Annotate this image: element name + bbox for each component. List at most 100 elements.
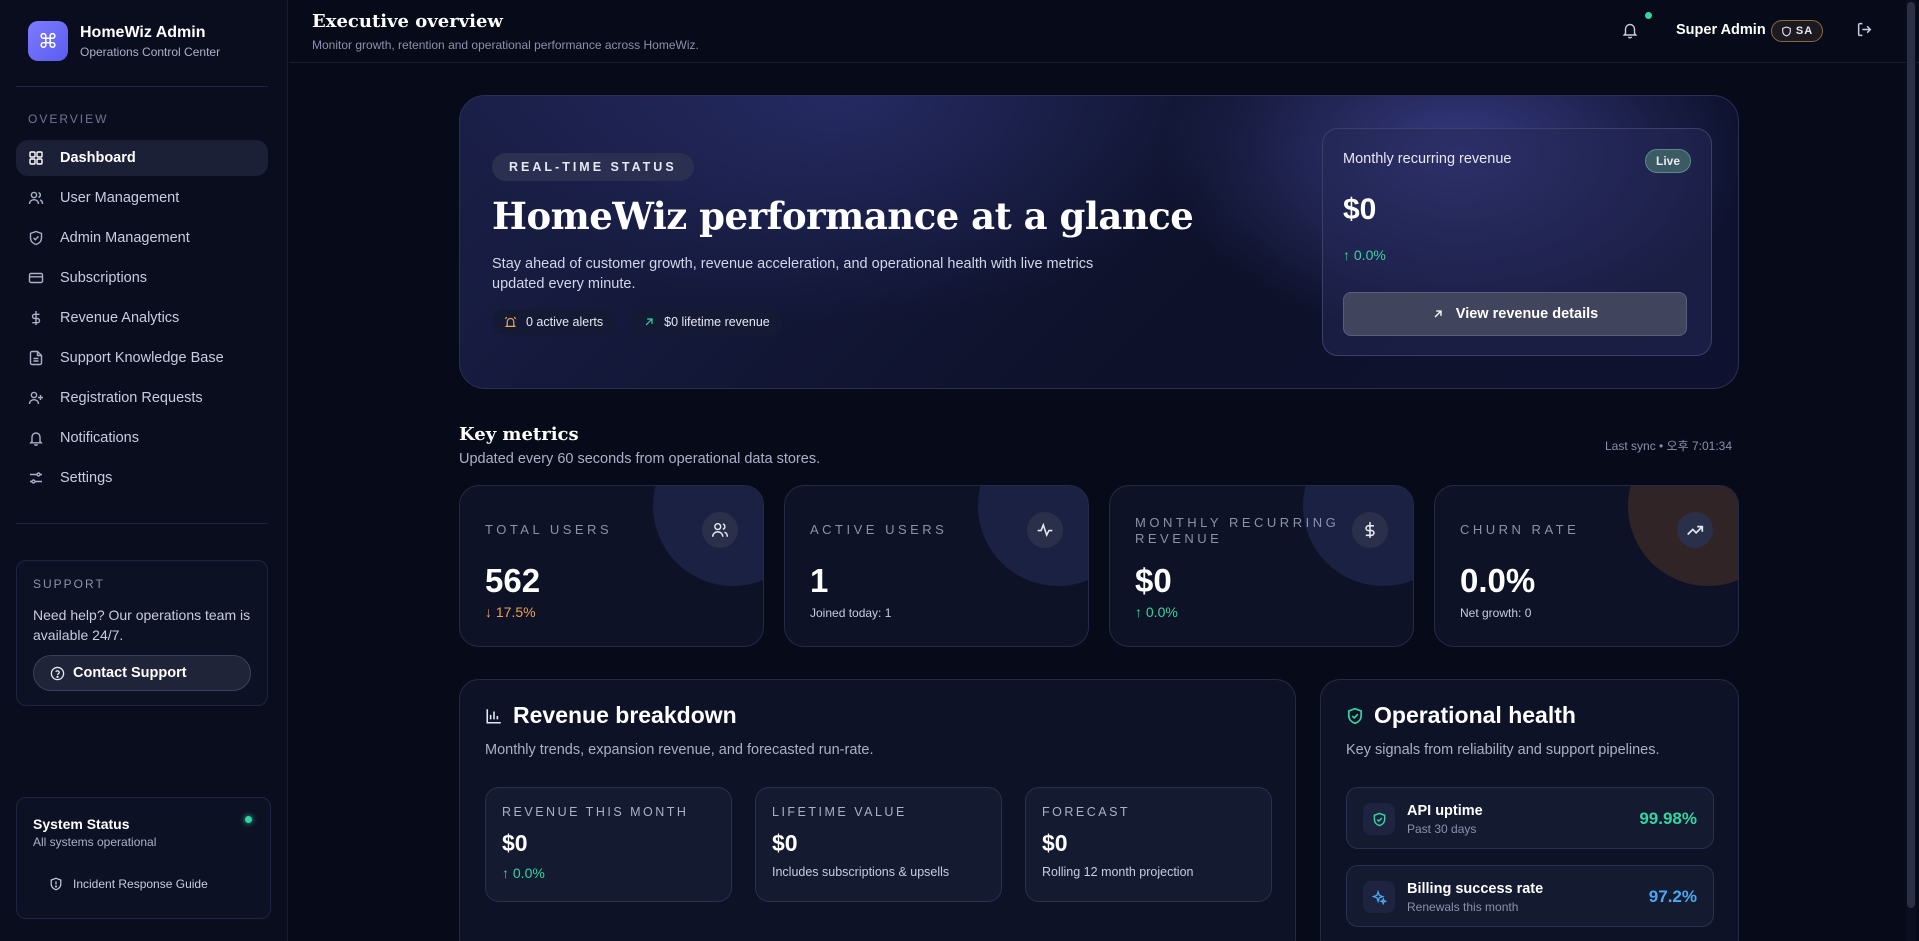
realtime-status-pill: REAL-TIME STATUS (492, 153, 694, 181)
arrow-up-icon: ↑ (502, 865, 513, 881)
sidebar-item-revenue-analytics[interactable]: Revenue Analytics (16, 300, 268, 336)
metric-trend-value: 0.0% (1145, 604, 1178, 620)
rev-value: $0 (1042, 830, 1068, 856)
metric-trend: Joined today: 1 (810, 606, 892, 620)
rev-trend: ↑ 0.0% (502, 865, 715, 881)
sidebar-item-label: Registration Requests (60, 390, 203, 406)
lifetime-revenue-chip[interactable]: $0 lifetime revenue (631, 309, 782, 335)
forecast-box: FORECAST $0 Rolling 12 month projection (1025, 787, 1272, 902)
sidebar-item-support-knowledge-base[interactable]: Support Knowledge Base (16, 340, 268, 376)
sidebar-item-label: Support Knowledge Base (60, 350, 224, 366)
health-subtitle: Renewals this month (1407, 900, 1519, 914)
view-revenue-details-button[interactable]: View revenue details (1343, 292, 1687, 336)
page-title: Executive overview (312, 11, 503, 32)
system-status-title: System Status (33, 816, 130, 832)
scrollbar-thumb[interactable] (1907, 2, 1915, 908)
document-icon (29, 350, 43, 366)
divider (16, 523, 268, 524)
metric-value: $0 (1135, 562, 1172, 599)
health-title: API uptime (1407, 803, 1483, 819)
brand[interactable]: ⌘ HomeWiz Admin Operations Control Cente… (28, 21, 220, 61)
operational-health-title: Operational health (1346, 702, 1576, 729)
support-card: SUPPORT Need help? Our operations team i… (16, 560, 268, 706)
arrow-up-right-icon (1434, 310, 1442, 318)
api-uptime-row[interactable]: API uptime Past 30 days 99.98% (1346, 787, 1714, 849)
rev-value: $0 (502, 830, 528, 856)
mrr-value: $0 (1343, 193, 1377, 226)
lifetime-value-box: LIFETIME VALUE $0 Includes subscriptions… (755, 787, 1002, 902)
metric-trend-value: 17.5% (495, 604, 536, 620)
sidebar-item-notifications[interactable]: Notifications (16, 420, 268, 456)
metric-trend: ↓ 17.5% (485, 604, 536, 620)
mrr-label: Monthly recurring revenue (1343, 151, 1512, 167)
user-name[interactable]: Super Admin (1676, 22, 1766, 38)
sparkles-icon (1363, 881, 1395, 913)
metric-card-churn-rate[interactable]: CHURN RATE 0.0% Net growth: 0 (1434, 485, 1739, 647)
credit-card-icon (28, 272, 44, 284)
health-value: 99.98% (1639, 809, 1697, 828)
rev-foot: Rolling 12 month projection (1042, 865, 1194, 879)
logout-icon[interactable] (1856, 21, 1873, 38)
incident-response-link[interactable]: Incident Response Guide (49, 877, 254, 891)
sidebar-item-label: Dashboard (60, 150, 136, 166)
sidebar-item-label: Admin Management (60, 230, 190, 246)
rev-label: LIFETIME VALUE (772, 805, 907, 819)
sidebar-item-settings[interactable]: Settings (16, 460, 268, 496)
nav-section-label: OVERVIEW (28, 112, 109, 126)
arrow-up-icon: ↑ (1135, 604, 1146, 620)
shield-icon (29, 230, 43, 246)
sidebar-item-label: Revenue Analytics (60, 310, 180, 326)
system-status-card: System Status All systems operational In… (16, 797, 271, 919)
sidebar-item-registration-requests[interactable]: Registration Requests (16, 380, 268, 416)
arrow-up-right-icon (645, 318, 653, 326)
metric-card-active-users[interactable]: ACTIVE USERS 1 Joined today: 1 (784, 485, 1089, 647)
sliders-icon (30, 472, 42, 484)
brand-subtitle: Operations Control Center (80, 44, 221, 59)
metric-value: 562 (485, 562, 541, 599)
metric-card-mrr[interactable]: MONTHLY RECURRING REVENUE $0 ↑ 0.0% (1109, 485, 1414, 647)
trending-up-icon (1677, 512, 1713, 548)
view-revenue-details-label: View revenue details (1455, 306, 1599, 322)
role-badge-label: SA (1795, 25, 1814, 37)
health-value: 97.2% (1648, 887, 1697, 906)
billing-success-row[interactable]: Billing success rate Renewals this month… (1346, 865, 1714, 927)
active-alerts-label: 0 active alerts (526, 315, 604, 329)
dollar-icon (1352, 512, 1388, 548)
hero-title: HomeWiz performance at a glance (492, 194, 1194, 238)
help-circle-icon (50, 666, 65, 680)
metric-label: TOTAL USERS (485, 522, 613, 537)
key-metrics-title: Key metrics (459, 424, 579, 445)
sidebar-item-dashboard[interactable]: Dashboard (16, 140, 268, 176)
metric-label: MONTHLY RECURRING REVENUE (1135, 515, 1340, 546)
sidebar-item-label: User Management (60, 190, 180, 206)
hero-description: Stay ahead of customer growth, revenue a… (492, 256, 1094, 292)
last-sync: Last sync • 오후 7:01:34 (1605, 439, 1733, 453)
sidebar-item-admin-management[interactable]: Admin Management (16, 220, 268, 256)
health-title: Billing success rate (1407, 881, 1544, 897)
sidebar-item-label: Settings (60, 470, 113, 486)
dollar-icon (31, 311, 41, 325)
shield-check-icon (1347, 707, 1363, 724)
mrr-change-value: 0.0% (1353, 247, 1386, 263)
notification-bell-icon[interactable] (1622, 21, 1638, 39)
support-label: SUPPORT (33, 577, 105, 591)
metric-trend: ↑ 0.0% (1135, 604, 1178, 620)
live-badge: Live (1644, 149, 1691, 173)
alarm-icon (504, 316, 517, 327)
metric-card-total-users[interactable]: TOTAL USERS 562 ↓ 17.5% (459, 485, 764, 647)
brand-title: HomeWiz Admin (80, 23, 206, 41)
page-subtitle: Monitor growth, retention and operationa… (312, 38, 699, 52)
mrr-card: Monthly recurring revenue Live $0 ↑ 0.0%… (1322, 128, 1712, 356)
active-alerts-chip[interactable]: 0 active alerts (492, 309, 616, 335)
rev-value: $0 (772, 830, 798, 856)
shield-check-icon (1363, 803, 1395, 835)
revenue-breakdown-title: Revenue breakdown (485, 702, 737, 729)
sidebar-item-user-management[interactable]: User Management (16, 180, 268, 216)
sidebar-item-subscriptions[interactable]: Subscriptions (16, 260, 268, 296)
revenue-breakdown-panel: Revenue breakdown Monthly trends, expans… (459, 679, 1296, 941)
status-indicator (245, 816, 252, 823)
rev-label: REVENUE THIS MONTH (502, 805, 689, 819)
sidebar: ⌘ HomeWiz Admin Operations Control Cente… (0, 0, 288, 941)
contact-support-button[interactable]: Contact Support (33, 655, 251, 691)
bell-icon (29, 432, 43, 446)
